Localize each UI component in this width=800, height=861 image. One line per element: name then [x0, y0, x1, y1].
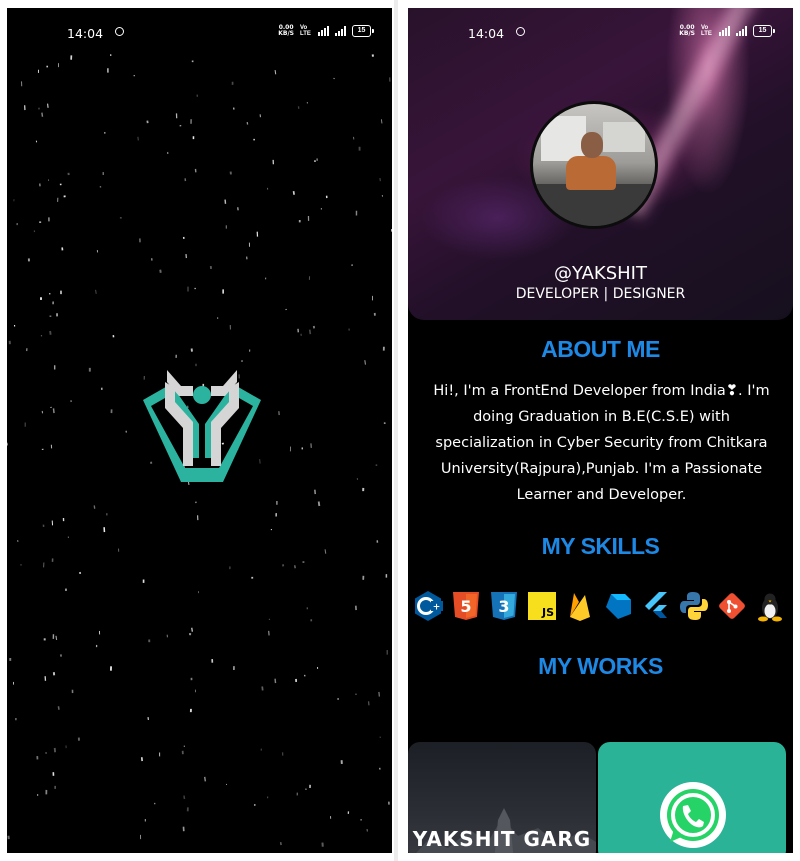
profile-roles: DEVELOPER | DESIGNER	[515, 286, 686, 302]
profile-handle: @YAKSHIT	[554, 263, 647, 284]
star	[191, 627, 193, 632]
dart-icon	[606, 594, 631, 619]
javascript-icon: JS	[528, 592, 556, 620]
portfolio-screen[interactable]: @YAKSHIT DEVELOPER | DESIGNER 14:04 0.00…	[408, 8, 793, 853]
status-bar: 14:04 0.00 KB/S Vo LTE 15	[408, 8, 793, 58]
python-icon	[680, 592, 708, 620]
star	[274, 70, 277, 75]
splash-screen: 14:04 0.00 KB/S Vo LTE 15	[7, 8, 392, 853]
status-time: 14:04	[468, 26, 505, 41]
flutter-icon	[645, 592, 667, 618]
status-time: 14:04	[67, 26, 104, 41]
firebase-icon	[570, 593, 590, 621]
work-card-portfolio[interactable]: YAKSHIT GARG	[408, 742, 596, 853]
signal-icon	[318, 26, 329, 36]
skills-list: + 5 3 JS	[408, 590, 793, 622]
svg-text:+: +	[433, 603, 441, 613]
about-title: ABOUT ME	[541, 336, 660, 362]
signal-icon	[719, 26, 730, 36]
star	[52, 408, 55, 414]
work-card-whatsapp[interactable]	[598, 742, 786, 853]
star	[380, 119, 383, 124]
star	[308, 329, 312, 335]
about-text: Hi!, I'm a FrontEnd Developer from India…	[433, 383, 770, 503]
git-icon	[719, 593, 745, 619]
battery-icon: 15	[753, 25, 775, 37]
svg-text:5: 5	[460, 597, 471, 616]
yakshit-logo-icon	[143, 370, 261, 482]
star	[324, 549, 327, 554]
network-speed: 0.00 KB/S	[679, 24, 695, 37]
status-bar: 14:04 0.00 KB/S Vo LTE 15	[7, 8, 392, 58]
notification-icon	[115, 27, 124, 36]
work-title: YAKSHIT GARG	[412, 827, 592, 851]
star	[41, 112, 44, 117]
linux-icon	[758, 593, 782, 622]
html5-icon: 5	[453, 592, 479, 620]
battery-icon: 15	[352, 25, 374, 37]
cpp-icon: +	[415, 591, 443, 621]
signal-2-icon	[335, 26, 346, 36]
skills-title: MY SKILLS	[541, 533, 660, 559]
screenshot-divider	[394, 0, 398, 861]
svg-text:3: 3	[498, 597, 509, 616]
css3-icon: 3	[491, 592, 517, 620]
star	[203, 776, 207, 782]
javascript-label: JS	[541, 606, 554, 619]
volte-icon: Vo LTE	[701, 25, 712, 37]
works-title: MY WORKS	[538, 653, 663, 679]
whatsapp-icon	[660, 782, 726, 848]
notification-icon	[516, 27, 525, 36]
star	[292, 191, 295, 195]
signal-2-icon	[736, 26, 747, 36]
volte-icon: Vo LTE	[300, 25, 311, 37]
network-speed: 0.00 KB/S	[278, 24, 294, 37]
star	[317, 501, 321, 507]
star	[364, 360, 367, 365]
star	[55, 635, 58, 640]
star	[57, 706, 60, 710]
avatar[interactable]	[530, 101, 658, 229]
